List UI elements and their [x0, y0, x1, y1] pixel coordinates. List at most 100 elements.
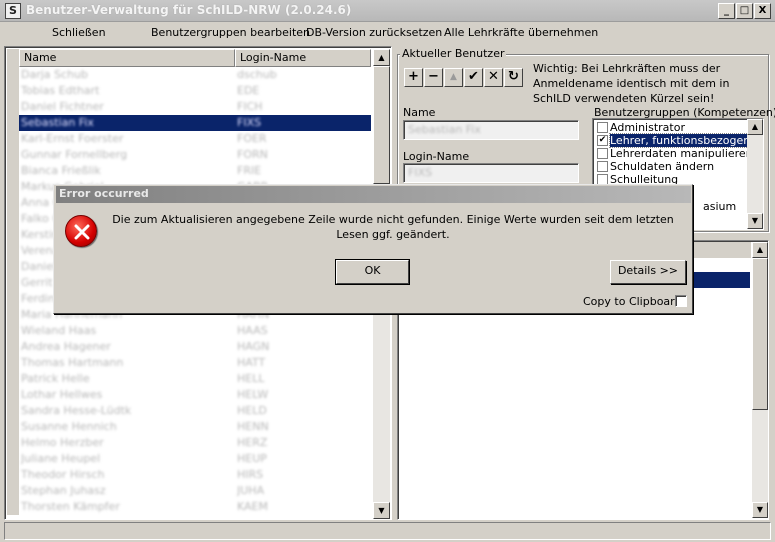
user-name-cell: Helmo Herzber	[21, 436, 104, 449]
user-login-cell: FORN	[237, 148, 268, 161]
user-list-row[interactable]: Gunnar Fornellberg FORN	[7, 147, 371, 163]
row-indicator	[7, 291, 19, 307]
scroll-up-button[interactable]: ▲	[373, 49, 390, 66]
user-list-row[interactable]: Juliane Heupel HEUP	[7, 451, 371, 467]
user-login-cell: HELL	[237, 372, 265, 385]
user-list-row[interactable]: Wieland Haas HAAS	[7, 323, 371, 339]
user-login-cell: HENN	[237, 420, 269, 433]
column-header-login[interactable]: Login-Name	[235, 49, 371, 67]
copy-to-clipboard-checkbox[interactable]	[675, 295, 687, 307]
group-item[interactable]: Schuldaten ändern	[594, 160, 750, 173]
row-indicator	[7, 115, 19, 131]
user-list-row[interactable]: Sandra Hesse-Lüdtk HELD	[7, 403, 371, 419]
user-list-row[interactable]: Andrea Hagener HAGN	[7, 339, 371, 355]
name-field[interactable]: Sebastian Fix	[403, 120, 579, 140]
groups-scroll-down[interactable]: ▼	[747, 213, 763, 229]
user-name-cell: Bianca Frießlik	[21, 164, 101, 177]
row-indicator	[7, 275, 19, 291]
user-login-cell: HELD	[237, 404, 267, 417]
user-list-row[interactable]: Patrick Helle HELL	[7, 371, 371, 387]
column-header-name[interactable]: Name	[19, 49, 235, 67]
user-list-row[interactable]: Bianca Frießlik FRIE	[7, 163, 371, 179]
row-indicator	[7, 99, 19, 115]
row-indicator	[7, 387, 19, 403]
user-login-cell: HELW	[237, 388, 269, 401]
refresh-button[interactable]: ↻	[504, 68, 523, 87]
user-list-row[interactable]: Sebastian Fix FIXS	[7, 115, 371, 131]
user-name-cell: Thorsten Kämpfer	[21, 500, 120, 513]
group-item[interactable]: Administrator	[594, 121, 750, 134]
row-indicator	[7, 339, 19, 355]
user-list-row[interactable]: Daniel Fichtner FICH	[7, 99, 371, 115]
menu-db-version-zuruecksetzen[interactable]: DB-Version zurücksetzen	[306, 24, 442, 42]
user-login-cell: HERZ	[237, 436, 268, 449]
group-item[interactable]: Lehrerdaten manipulieren	[594, 147, 753, 160]
rights-scroll-down[interactable]: ▼	[752, 502, 768, 518]
user-name-cell: Theodor Hirsch	[21, 468, 105, 481]
menu-benutzergruppen-bearbeiten[interactable]: Benutzergruppen bearbeiten	[151, 24, 310, 42]
user-list-row[interactable]: Stephan Juhasz JUHA	[7, 483, 371, 499]
menu-schliessen[interactable]: Schließen	[52, 24, 106, 42]
user-list-row[interactable]: Darja Schub dschub	[7, 67, 371, 83]
group-checkbox[interactable]: ✔	[597, 135, 608, 146]
dialog-title-bar[interactable]	[56, 186, 691, 203]
user-name-cell: Thomas Hartmann	[21, 356, 124, 369]
user-name-cell: Sebastian Fix	[21, 116, 94, 129]
user-name-cell: Wieland Haas	[21, 324, 97, 337]
rights-scroll-thumb[interactable]	[752, 258, 768, 410]
row-indicator	[7, 211, 19, 227]
cancel-button[interactable]: ✕	[484, 68, 503, 87]
user-login-cell: JUHA	[237, 484, 265, 497]
user-login-cell: HAAS	[237, 324, 268, 337]
user-login-cell: FOER	[237, 132, 267, 145]
move-up-button[interactable]: ▲	[444, 68, 463, 87]
close-button[interactable]: X	[754, 3, 771, 19]
user-list-row[interactable]: Tobias Edthart EDE	[7, 83, 371, 99]
minimize-button[interactable]: _	[718, 3, 735, 19]
menu-alle-lehrkraefte-uebernehmen[interactable]: Alle Lehrkräfte übernehmen	[444, 24, 598, 42]
row-indicator	[7, 355, 19, 371]
user-login-cell: HIRS	[237, 468, 264, 481]
user-list-row[interactable]: Thomas Hartmann HATT	[7, 355, 371, 371]
user-name-cell: Daniel Fichtner	[21, 100, 104, 113]
user-list-row[interactable]: Helmo Herzber HERZ	[7, 435, 371, 451]
login-name-field[interactable]: FIXS	[403, 163, 579, 183]
user-list-row[interactable]: Lothar Hellwes HELW	[7, 387, 371, 403]
group-label: Lehrerdaten manipulieren	[610, 147, 753, 160]
group-item[interactable]: ✔ Lehrer, funktionsbezogen	[594, 133, 752, 148]
user-list-row[interactable]: Theodor Hirsch HIRS	[7, 467, 371, 483]
confirm-button[interactable]: ✔	[464, 68, 483, 87]
row-indicator	[7, 451, 19, 467]
user-list-row[interactable]: Susanne Hennich HENN	[7, 419, 371, 435]
group-item-partial: asium	[703, 200, 737, 213]
group-checkbox[interactable]	[597, 148, 608, 159]
remove-button[interactable]: −	[424, 68, 443, 87]
row-indicator	[7, 499, 19, 515]
add-button[interactable]: +	[404, 68, 423, 87]
row-indicator	[7, 371, 19, 387]
user-name-cell: Susanne Hennich	[21, 420, 117, 433]
row-indicator	[7, 419, 19, 435]
list-header: Name Login-Name	[7, 49, 371, 67]
status-bar	[4, 522, 771, 540]
error-message: Die zum Aktualisieren angegebene Zeile w…	[112, 213, 674, 241]
scroll-down-button[interactable]: ▼	[373, 502, 390, 519]
details-button[interactable]: Details >>	[610, 260, 686, 284]
user-list-row[interactable]: Karl-Ernst Foerster FOER	[7, 131, 371, 147]
groups-scrollbar[interactable]: ▲ ▼	[747, 119, 763, 229]
row-indicator	[7, 227, 19, 243]
group-checkbox[interactable]	[597, 161, 608, 172]
row-indicator	[7, 483, 19, 499]
rights-list-scrollbar[interactable]: ▲ ▼	[752, 242, 768, 518]
ok-button[interactable]: OK	[335, 259, 410, 285]
window-title: Benutzer-Verwaltung für SchILD-NRW (2.0.…	[26, 3, 352, 17]
app-icon[interactable]: S	[5, 3, 21, 19]
groups-scroll-up[interactable]: ▲	[747, 119, 763, 135]
group-checkbox[interactable]	[597, 122, 608, 133]
maximize-button[interactable]: □	[736, 3, 753, 19]
rights-scroll-up[interactable]: ▲	[752, 242, 768, 258]
group-label: Schuldaten ändern	[610, 160, 715, 173]
user-list-row[interactable]: Thorsten Kämpfer KAEM	[7, 499, 371, 515]
user-login-cell: dschub	[237, 68, 277, 81]
scroll-thumb[interactable]	[373, 66, 390, 184]
